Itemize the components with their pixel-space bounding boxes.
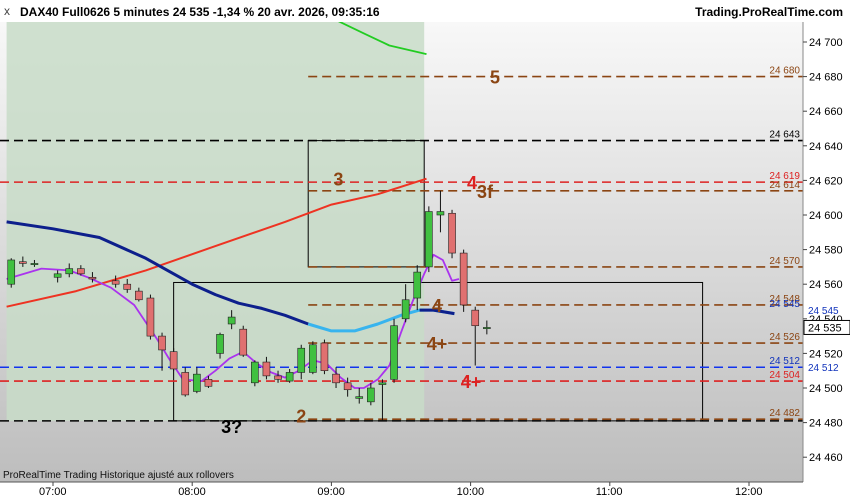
- candle-body: [274, 375, 282, 380]
- level-tag: 4+: [427, 334, 448, 354]
- candle-body: [65, 268, 74, 275]
- y-tick-label: 24 500: [809, 383, 843, 395]
- candle-body: [19, 261, 27, 264]
- x-tick-label: 09:00: [317, 486, 345, 498]
- candle-body: [7, 259, 16, 285]
- footer-note: ProRealTime Trading Historique ajusté au…: [3, 470, 234, 481]
- candle-body: [262, 361, 271, 377]
- candlestick-chart[interactable]: 54 3f44+4+33?224 68024 64324 61924 61424 …: [0, 0, 850, 500]
- level-price-label: 24 570: [769, 256, 800, 267]
- candle-body: [88, 276, 97, 280]
- candle-body: [448, 212, 456, 254]
- candle-body: [436, 211, 445, 216]
- x-tick-label: 11:00: [595, 486, 623, 498]
- candle-body: [320, 342, 329, 371]
- candle-body: [332, 373, 340, 384]
- y-tick-label: 24 620: [809, 175, 843, 187]
- annotation-label: 3?: [221, 417, 242, 437]
- zone-fill: [6, 22, 425, 421]
- candle-body: [216, 334, 224, 354]
- candle-body: [158, 335, 166, 351]
- level-tag: 5: [490, 68, 500, 88]
- level-tag: 4+: [461, 372, 482, 392]
- candle-body: [181, 372, 190, 396]
- level-price-label: 24 614: [769, 180, 800, 191]
- candle-body: [355, 396, 364, 399]
- candle-body: [390, 325, 398, 380]
- y-tick-label: 24 680: [809, 72, 843, 84]
- level-price-label: 24 482: [769, 408, 800, 419]
- candle-body: [401, 299, 410, 320]
- candle-body: [459, 252, 468, 306]
- candle-body: [378, 382, 387, 385]
- ema-marker-label: 24 545: [808, 306, 839, 317]
- level-axis-label: 24 512: [808, 363, 839, 374]
- candle-body: [146, 297, 155, 337]
- x-tick-label: 07:00: [39, 486, 67, 498]
- candle-body: [413, 271, 422, 299]
- x-tick-label: 08:00: [178, 486, 206, 498]
- candle-body: [30, 263, 39, 265]
- candle-body: [204, 379, 213, 387]
- candle-body: [297, 347, 306, 373]
- candle-body: [77, 268, 85, 275]
- candle-body: [367, 387, 375, 403]
- candle-body: [111, 280, 120, 285]
- candle-body: [135, 290, 143, 301]
- level-price-label: 24 680: [769, 66, 800, 77]
- y-tick-label: 24 460: [809, 452, 843, 464]
- candle-body: [239, 328, 248, 356]
- y-tick-label: 24 560: [809, 279, 843, 291]
- level-tag: 3f: [477, 182, 494, 202]
- candle-body: [483, 327, 491, 329]
- y-tick-label: 24 600: [809, 210, 843, 222]
- candle-body: [169, 351, 178, 370]
- annotation-label: 3: [333, 170, 343, 190]
- candle-body: [251, 361, 259, 384]
- x-tick-label: 10:00: [456, 486, 485, 498]
- y-tick-label: 24 640: [809, 141, 843, 153]
- candle-body: [309, 344, 317, 373]
- candle-body: [285, 372, 294, 382]
- level-tag: 4: [467, 173, 477, 193]
- level-price-label: 24 545: [769, 299, 800, 310]
- level-tag: 4: [432, 296, 442, 316]
- candle-body: [471, 309, 480, 327]
- y-tick-label: 24 660: [809, 106, 843, 118]
- level-price-label: 24 504: [769, 370, 800, 381]
- level-price-label: 24 512: [769, 356, 800, 367]
- candle-body: [343, 382, 352, 391]
- candle-body: [123, 283, 132, 290]
- level-price-label: 24 526: [769, 332, 800, 343]
- annotation-label: 2: [296, 407, 306, 427]
- level-price-label: 24 643: [769, 130, 800, 141]
- candle-body: [53, 273, 62, 278]
- x-tick-label: 12:00: [735, 486, 763, 498]
- candle-body: [193, 373, 201, 392]
- y-tick-label: 24 480: [809, 418, 843, 430]
- y-tick-label: 24 580: [809, 245, 843, 257]
- y-tick-label: 24 520: [809, 348, 843, 360]
- y-tick-label: 24 700: [809, 37, 843, 49]
- candle-body: [227, 316, 236, 325]
- candle-body: [425, 211, 433, 268]
- last-price-label: 24 535: [808, 322, 842, 334]
